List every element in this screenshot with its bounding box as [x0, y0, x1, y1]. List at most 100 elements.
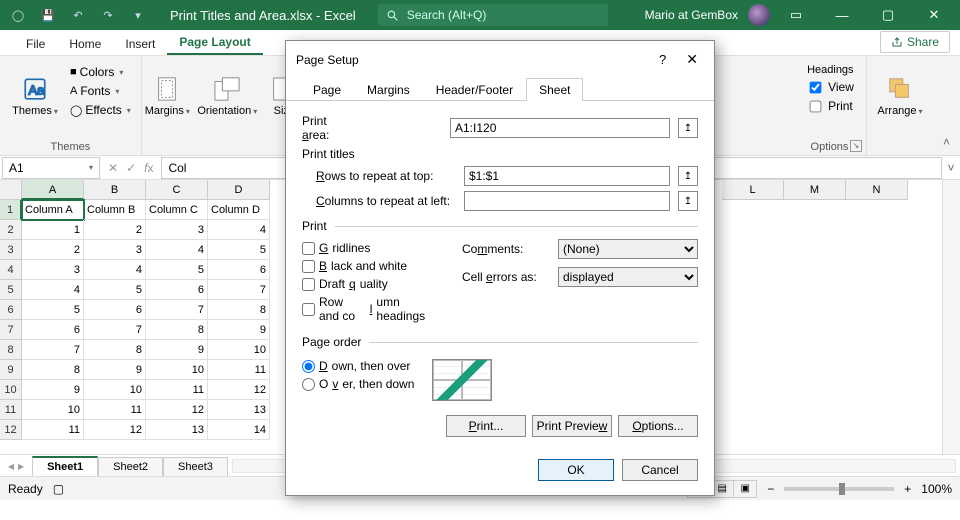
dialog-tab-sheet[interactable]: Sheet: [526, 78, 583, 101]
sheet-tab-2[interactable]: Sheet2: [98, 457, 163, 476]
cell[interactable]: 9: [22, 380, 84, 400]
down-then-over-radio[interactable]: Down, then over: [302, 359, 414, 373]
cell[interactable]: 5: [208, 240, 270, 260]
margins-button[interactable]: Margins: [143, 60, 191, 132]
row-header[interactable]: 6: [0, 300, 22, 320]
cell[interactable]: 1: [22, 220, 84, 240]
cell[interactable]: 5: [84, 280, 146, 300]
name-box-caret-icon[interactable]: ▾: [89, 163, 93, 172]
gridlines-checkbox[interactable]: Gridlines: [302, 241, 432, 255]
rowcol-checkbox[interactable]: Row and column headings: [302, 295, 432, 323]
comments-select[interactable]: (None): [558, 239, 698, 259]
cell[interactable]: 8: [146, 320, 208, 340]
tab-home[interactable]: Home: [57, 33, 113, 55]
user-avatar-icon[interactable]: [748, 4, 770, 26]
tab-page-layout[interactable]: Page Layout: [167, 31, 262, 55]
print-area-range-icon[interactable]: ↥: [678, 118, 698, 138]
redo-icon[interactable]: ↷: [96, 3, 120, 27]
row-header[interactable]: 12: [0, 420, 22, 440]
cell[interactable]: Column B: [84, 200, 146, 220]
cell[interactable]: 7: [84, 320, 146, 340]
cell[interactable]: 9: [208, 320, 270, 340]
cell[interactable]: 13: [146, 420, 208, 440]
effects-button[interactable]: ◯ Effects: [68, 102, 133, 118]
draft-checkbox[interactable]: Draft quality: [302, 277, 432, 291]
autosave-toggle[interactable]: ◯: [6, 3, 30, 27]
name-box[interactable]: A1 ▾: [2, 157, 100, 179]
macro-record-icon[interactable]: ▢: [53, 482, 64, 496]
cell[interactable]: 12: [146, 400, 208, 420]
vertical-scrollbar[interactable]: [942, 180, 960, 454]
fx-icon[interactable]: fx: [144, 161, 153, 175]
row-header[interactable]: 5: [0, 280, 22, 300]
orientation-button[interactable]: Orientation: [197, 60, 257, 132]
search-box[interactable]: Search (Alt+Q): [378, 4, 608, 26]
cell[interactable]: 6: [208, 260, 270, 280]
row-header[interactable]: 2: [0, 220, 22, 240]
cell[interactable]: 6: [84, 300, 146, 320]
cancel-formula-icon[interactable]: ✕: [108, 161, 118, 175]
dialog-tab-page[interactable]: Page: [300, 78, 354, 101]
cell[interactable]: Column A: [22, 200, 84, 220]
sheet-nav-prev-icon[interactable]: ◂: [8, 459, 14, 473]
ribbon-display-icon[interactable]: ▭: [776, 1, 816, 29]
cell[interactable]: 7: [146, 300, 208, 320]
sheet-tab-1[interactable]: Sheet1: [32, 456, 98, 476]
cell[interactable]: 10: [22, 400, 84, 420]
cell[interactable]: 12: [208, 380, 270, 400]
cell[interactable]: 9: [84, 360, 146, 380]
cell[interactable]: 9: [146, 340, 208, 360]
fonts-button[interactable]: A Fonts: [68, 83, 133, 99]
cell[interactable]: 3: [84, 240, 146, 260]
cell[interactable]: 4: [22, 280, 84, 300]
column-header[interactable]: B: [84, 180, 146, 200]
save-icon[interactable]: 💾: [36, 3, 60, 27]
cell[interactable]: 2: [22, 240, 84, 260]
cols-repeat-range-icon[interactable]: ↥: [678, 191, 698, 211]
cell[interactable]: 6: [22, 320, 84, 340]
zoom-in-icon[interactable]: +: [904, 482, 911, 496]
cell[interactable]: 12: [84, 420, 146, 440]
select-all-corner[interactable]: [0, 180, 22, 200]
themes-button[interactable]: Aa Themes: [8, 60, 62, 132]
cols-repeat-input[interactable]: [464, 191, 670, 211]
cell[interactable]: 2: [84, 220, 146, 240]
column-header[interactable]: A: [22, 180, 84, 200]
row-header[interactable]: 3: [0, 240, 22, 260]
arrange-button[interactable]: Arrange: [873, 60, 927, 132]
minimize-icon[interactable]: —: [822, 1, 862, 29]
sheet-options-launcher-icon[interactable]: ↘: [850, 140, 862, 152]
rows-repeat-range-icon[interactable]: ↥: [678, 166, 698, 186]
zoom-slider[interactable]: [784, 487, 894, 491]
cell[interactable]: 10: [146, 360, 208, 380]
cell[interactable]: 13: [208, 400, 270, 420]
dialog-tab-margins[interactable]: Margins: [354, 78, 423, 101]
sheet-tab-3[interactable]: Sheet3: [163, 457, 228, 476]
cell[interactable]: 14: [208, 420, 270, 440]
view-headings-checkbox[interactable]: View: [807, 79, 856, 95]
zoom-level[interactable]: 100%: [921, 482, 952, 496]
user-name[interactable]: Mario at GemBox: [645, 8, 738, 22]
column-header[interactable]: L: [722, 180, 784, 200]
cell[interactable]: 8: [22, 360, 84, 380]
column-header[interactable]: D: [208, 180, 270, 200]
errors-select[interactable]: displayed: [558, 267, 698, 287]
print-button[interactable]: Print...: [446, 415, 526, 437]
cell[interactable]: 4: [84, 260, 146, 280]
share-button[interactable]: Share: [880, 31, 950, 53]
cancel-button[interactable]: Cancel: [622, 459, 698, 481]
dialog-help-icon[interactable]: ?: [653, 50, 672, 69]
row-header[interactable]: 7: [0, 320, 22, 340]
close-icon[interactable]: ✕: [914, 1, 954, 29]
cell[interactable]: 3: [22, 260, 84, 280]
cell[interactable]: 10: [84, 380, 146, 400]
column-header[interactable]: M: [784, 180, 846, 200]
cell[interactable]: 5: [22, 300, 84, 320]
zoom-out-icon[interactable]: −: [767, 482, 774, 496]
undo-icon[interactable]: ↶: [66, 3, 90, 27]
cell[interactable]: 11: [22, 420, 84, 440]
row-header[interactable]: 10: [0, 380, 22, 400]
cell[interactable]: 11: [84, 400, 146, 420]
colors-button[interactable]: ■ Colors: [68, 64, 133, 80]
cell[interactable]: 10: [208, 340, 270, 360]
